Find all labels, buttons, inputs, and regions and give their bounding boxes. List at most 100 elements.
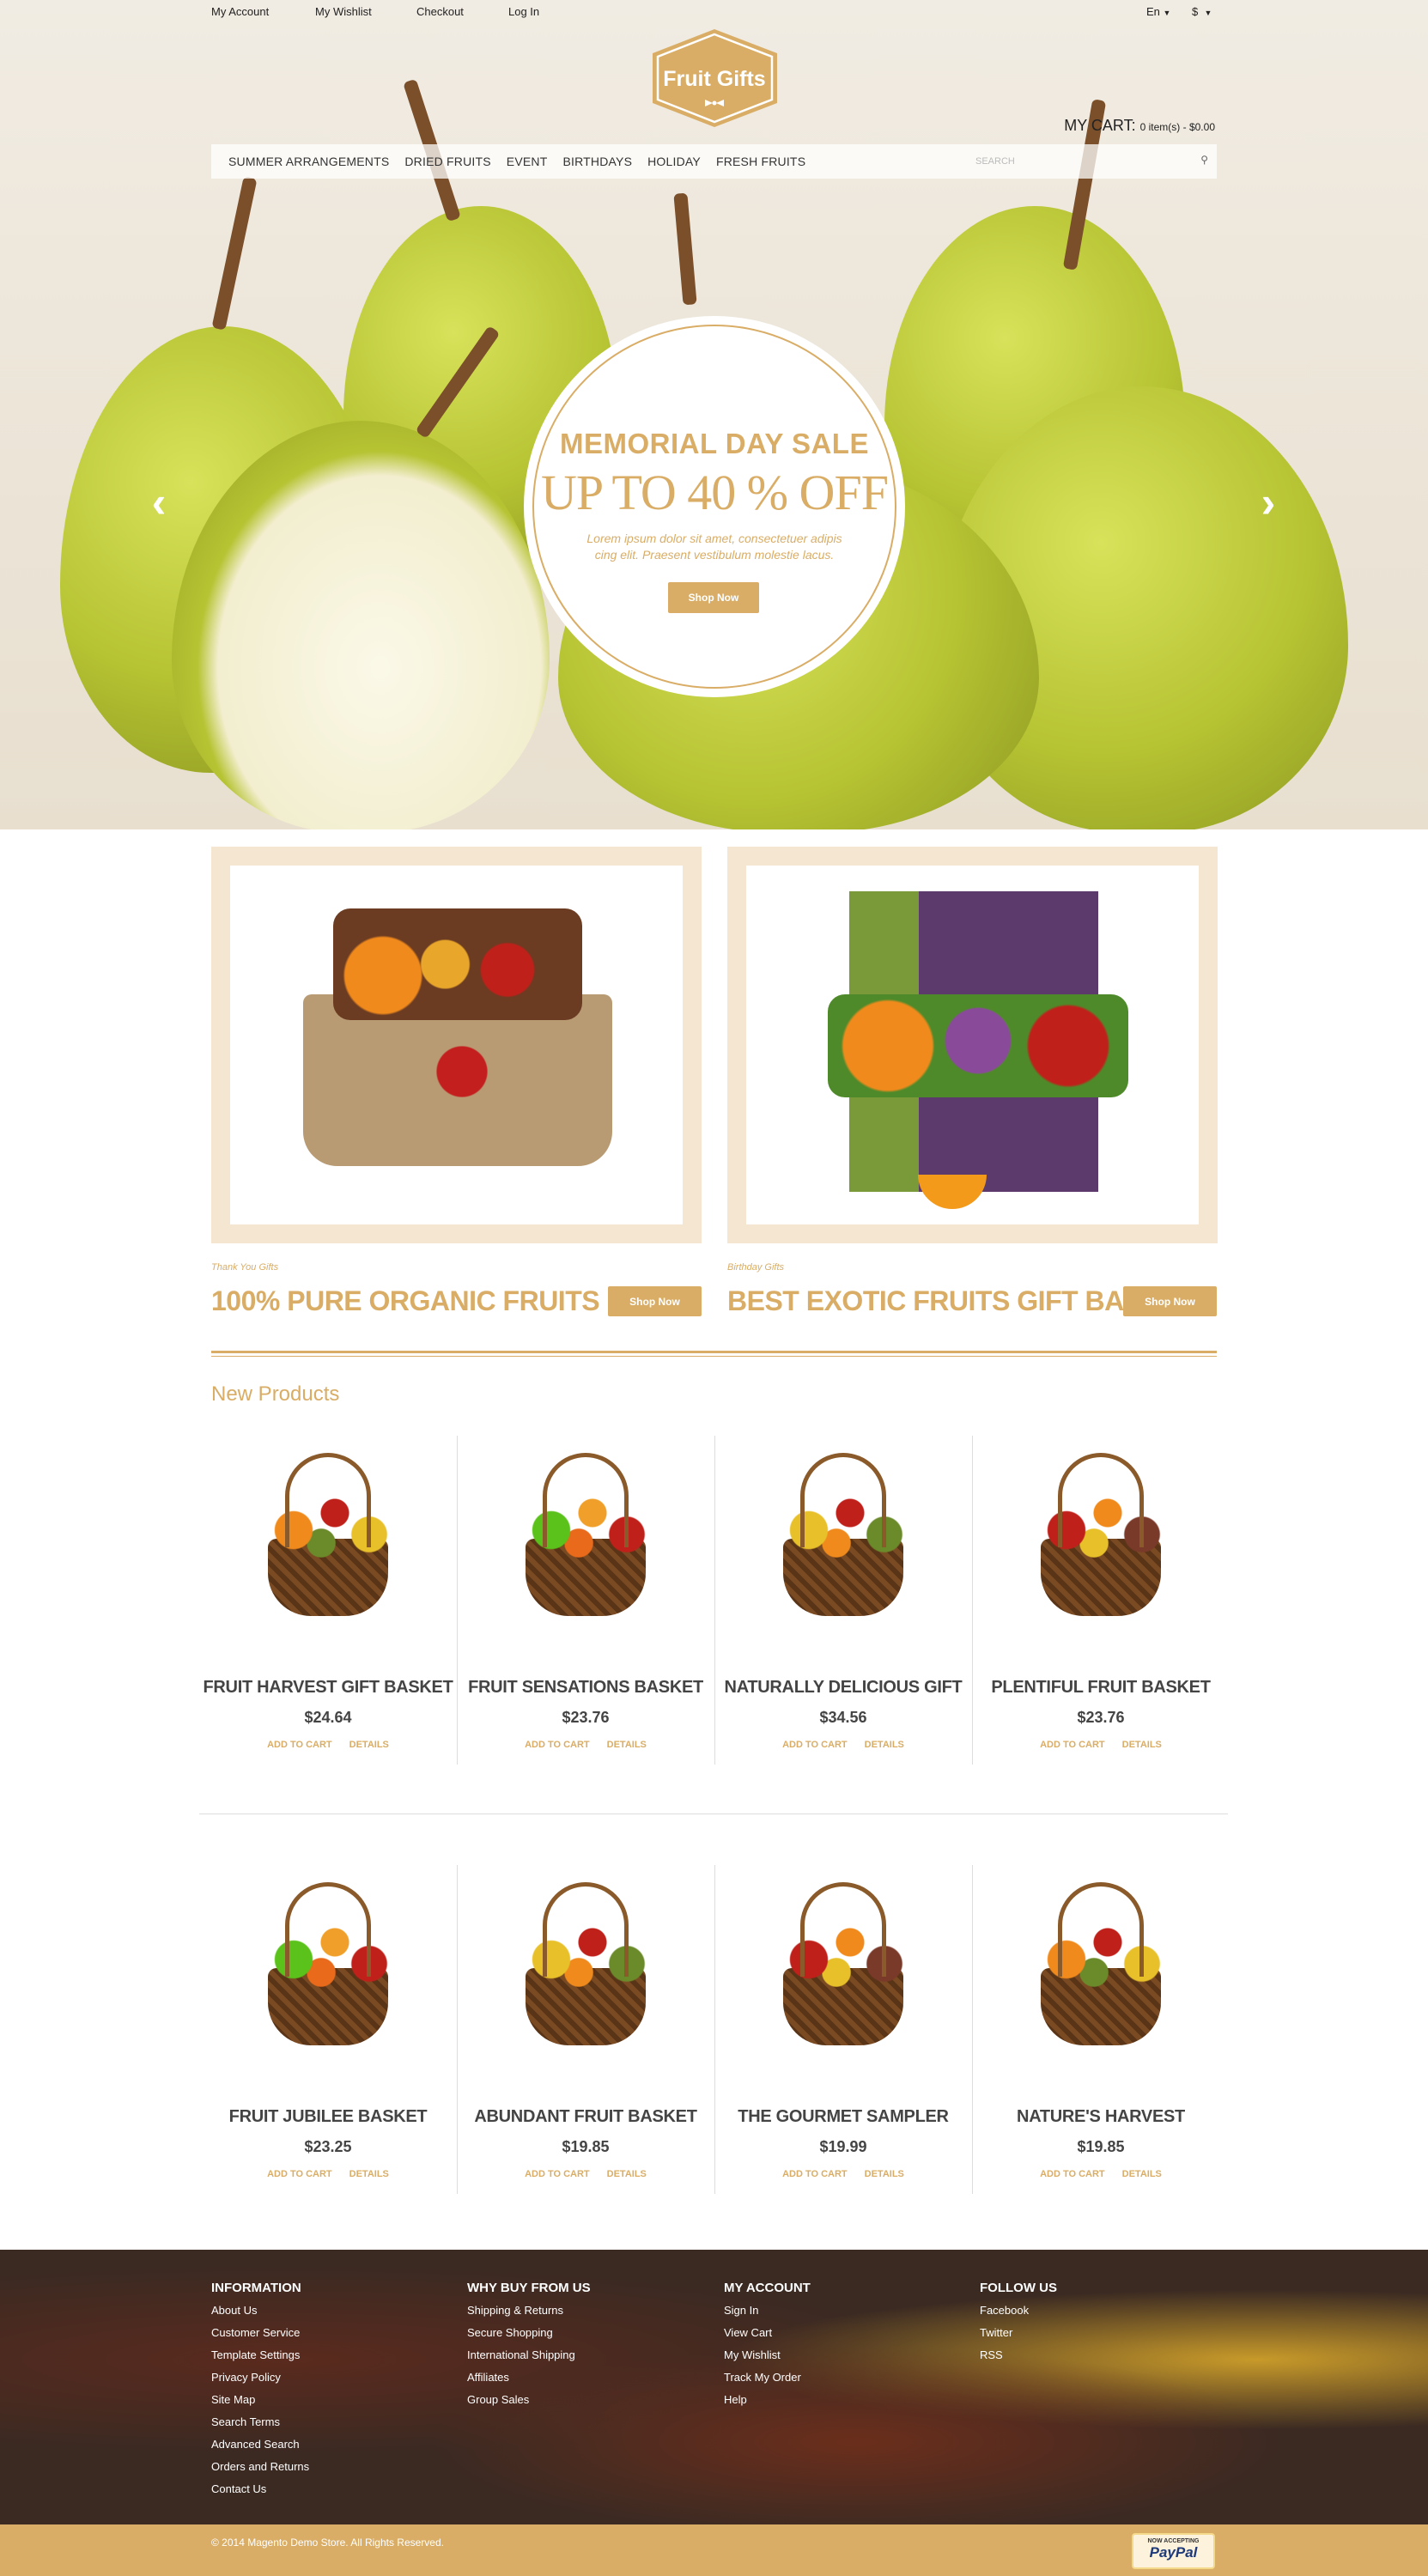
product-name[interactable]: FRUIT HARVEST GIFT BASKET [199, 1678, 457, 1698]
nav-summer-arrangements[interactable]: Summer Arrangements [228, 155, 389, 168]
product-card: THE GOURMET SAMPLER $19.99 ADD TO CART DE… [714, 1865, 972, 2194]
footer-bottom-bar: © 2014 Magento Demo Store. All Rights Re… [0, 2524, 1428, 2576]
logo[interactable]: Fruit Gifts [648, 27, 781, 129]
search-input[interactable] [933, 144, 1217, 179]
shop-now-button[interactable]: Shop Now [608, 1286, 702, 1316]
footer-link[interactable]: Template Settings [211, 2348, 309, 2371]
nav-fresh-fruits[interactable]: Fresh Fruits [716, 155, 805, 168]
footer-link[interactable]: Twitter [980, 2326, 1057, 2348]
details-link[interactable]: DETAILS [349, 2169, 389, 2179]
footer-link[interactable]: Help [724, 2393, 811, 2415]
nav-holiday[interactable]: Holiday [647, 155, 701, 168]
details-link[interactable]: DETAILS [865, 1740, 904, 1750]
add-to-cart-link[interactable]: ADD TO CART [267, 1740, 332, 1750]
mini-cart[interactable]: MY CART: 0 item(s) - $0.00 [1064, 117, 1215, 135]
add-to-cart-link[interactable]: ADD TO CART [1040, 2169, 1105, 2179]
currency-value: $ [1192, 5, 1199, 18]
nav-dried-fruits[interactable]: Dried Fruits [404, 155, 490, 168]
product-name[interactable]: THE GOURMET SAMPLER [714, 2107, 972, 2127]
footer-column: My Account Sign In View Cart My Wishlist Tra… [724, 2281, 811, 2415]
product-price: $23.76 [1077, 1709, 1125, 1726]
nav-birthdays[interactable]: Birthdays [562, 155, 632, 168]
footer-link[interactable]: View Cart [724, 2326, 811, 2348]
column-divider [714, 1865, 715, 2194]
footer-link[interactable]: Contact Us [211, 2482, 309, 2505]
footer-link[interactable]: RSS [980, 2348, 1057, 2371]
details-link[interactable]: DETAILS [1122, 2169, 1162, 2179]
main-nav: Summer Arrangements Dried Fruits Event B… [211, 144, 1217, 179]
add-to-cart-link[interactable]: ADD TO CART [267, 2169, 332, 2179]
product-name[interactable]: NATURE'S HARVEST [972, 2107, 1230, 2127]
cart-summary: 0 item(s) - $0.00 [1139, 121, 1215, 133]
product-image[interactable] [251, 1874, 405, 2063]
column-divider [972, 1865, 973, 2194]
login-link[interactable]: Log In [508, 5, 539, 18]
product-image[interactable] [508, 1874, 663, 2063]
footer-link[interactable]: Search Terms [211, 2415, 309, 2438]
banner-organic[interactable] [211, 847, 702, 1243]
banner-subtitle: Birthday Gifts [727, 1262, 785, 1273]
product-image[interactable] [766, 1444, 921, 1633]
banner-exotic[interactable] [727, 847, 1218, 1243]
details-link[interactable]: DETAILS [865, 2169, 904, 2179]
add-to-cart-link[interactable]: ADD TO CART [1040, 1740, 1105, 1750]
footer-link[interactable]: Track My Order [724, 2371, 811, 2393]
product-name[interactable]: PLENTIFUL FRUIT BASKET [972, 1678, 1230, 1698]
footer-link[interactable]: My Wishlist [724, 2348, 811, 2371]
footer-link[interactable]: Secure Shopping [467, 2326, 591, 2348]
column-divider [457, 1436, 458, 1765]
checkout-link[interactable]: Checkout [416, 5, 464, 18]
footer-link[interactable]: Group Sales [467, 2393, 591, 2415]
footer-link[interactable]: Advanced Search [211, 2438, 309, 2460]
my-wishlist-link[interactable]: My Wishlist [315, 5, 372, 18]
footer-link[interactable]: Facebook [980, 2304, 1057, 2326]
footer-link[interactable]: International Shipping [467, 2348, 591, 2371]
product-image[interactable] [1024, 1444, 1178, 1633]
product-card: FRUIT HARVEST GIFT BASKET $24.64 ADD TO … [199, 1436, 457, 1765]
add-to-cart-link[interactable]: ADD TO CART [782, 2169, 848, 2179]
add-to-cart-link[interactable]: ADD TO CART [782, 1740, 848, 1750]
product-image[interactable] [766, 1874, 921, 2063]
chevron-left-icon[interactable]: ‹ [142, 481, 176, 524]
column-divider [457, 1865, 458, 2194]
details-link[interactable]: DETAILS [607, 1740, 647, 1750]
footer-link[interactable]: Affiliates [467, 2371, 591, 2393]
paypal-badge: NOW ACCEPTING PayPal [1132, 2533, 1215, 2569]
footer-link[interactable]: Shipping & Returns [467, 2304, 591, 2326]
search-icon[interactable]: ⚲ [1200, 154, 1208, 166]
footer-link[interactable]: Privacy Policy [211, 2371, 309, 2393]
add-to-cart-link[interactable]: ADD TO CART [525, 2169, 590, 2179]
add-to-cart-link[interactable]: ADD TO CART [525, 1740, 590, 1750]
footer-link[interactable]: Site Map [211, 2393, 309, 2415]
details-link[interactable]: DETAILS [607, 2169, 647, 2179]
gift-basket-image [230, 866, 683, 1224]
my-account-link[interactable]: My Account [211, 5, 269, 18]
product-image[interactable] [251, 1444, 405, 1633]
shop-now-button[interactable]: Shop Now [1123, 1286, 1217, 1316]
product-price: $24.64 [304, 1709, 352, 1726]
details-link[interactable]: DETAILS [1122, 1740, 1162, 1750]
footer-link[interactable]: Sign In [724, 2304, 811, 2326]
product-name[interactable]: FRUIT SENSATIONS BASKET [457, 1678, 714, 1698]
product-image[interactable] [1024, 1874, 1178, 2063]
footer-heading: Follow Us [980, 2281, 1057, 2295]
product-name[interactable]: FRUIT JUBILEE BASKET [199, 2107, 457, 2127]
paypal-logo: PayPal [1149, 2544, 1198, 2561]
product-image[interactable] [508, 1444, 663, 1633]
footer-heading: My Account [724, 2281, 811, 2295]
currency-select[interactable]: $ ▼ [1192, 5, 1212, 18]
language-select[interactable]: En ▼ [1146, 5, 1170, 18]
details-link[interactable]: DETAILS [349, 1740, 389, 1750]
footer-link[interactable]: Customer Service [211, 2326, 309, 2348]
chevron-right-icon[interactable]: › [1251, 481, 1285, 524]
hero-shop-now-button[interactable]: Shop Now [668, 582, 759, 613]
footer-link[interactable]: About Us [211, 2304, 309, 2326]
nav-event[interactable]: Event [507, 155, 548, 168]
product-card: FRUIT SENSATIONS BASKET $23.76 ADD TO CA… [457, 1436, 714, 1765]
footer-link[interactable]: Orders and Returns [211, 2460, 309, 2482]
product-name[interactable]: NATURALLY DELICIOUS GIFT [714, 1678, 972, 1698]
product-price: $19.85 [1077, 2138, 1125, 2155]
product-name[interactable]: ABUNDANT FRUIT BASKET [457, 2107, 714, 2127]
column-divider [972, 1436, 973, 1765]
banner-subtitle: Thank You Gifts [211, 1262, 279, 1273]
